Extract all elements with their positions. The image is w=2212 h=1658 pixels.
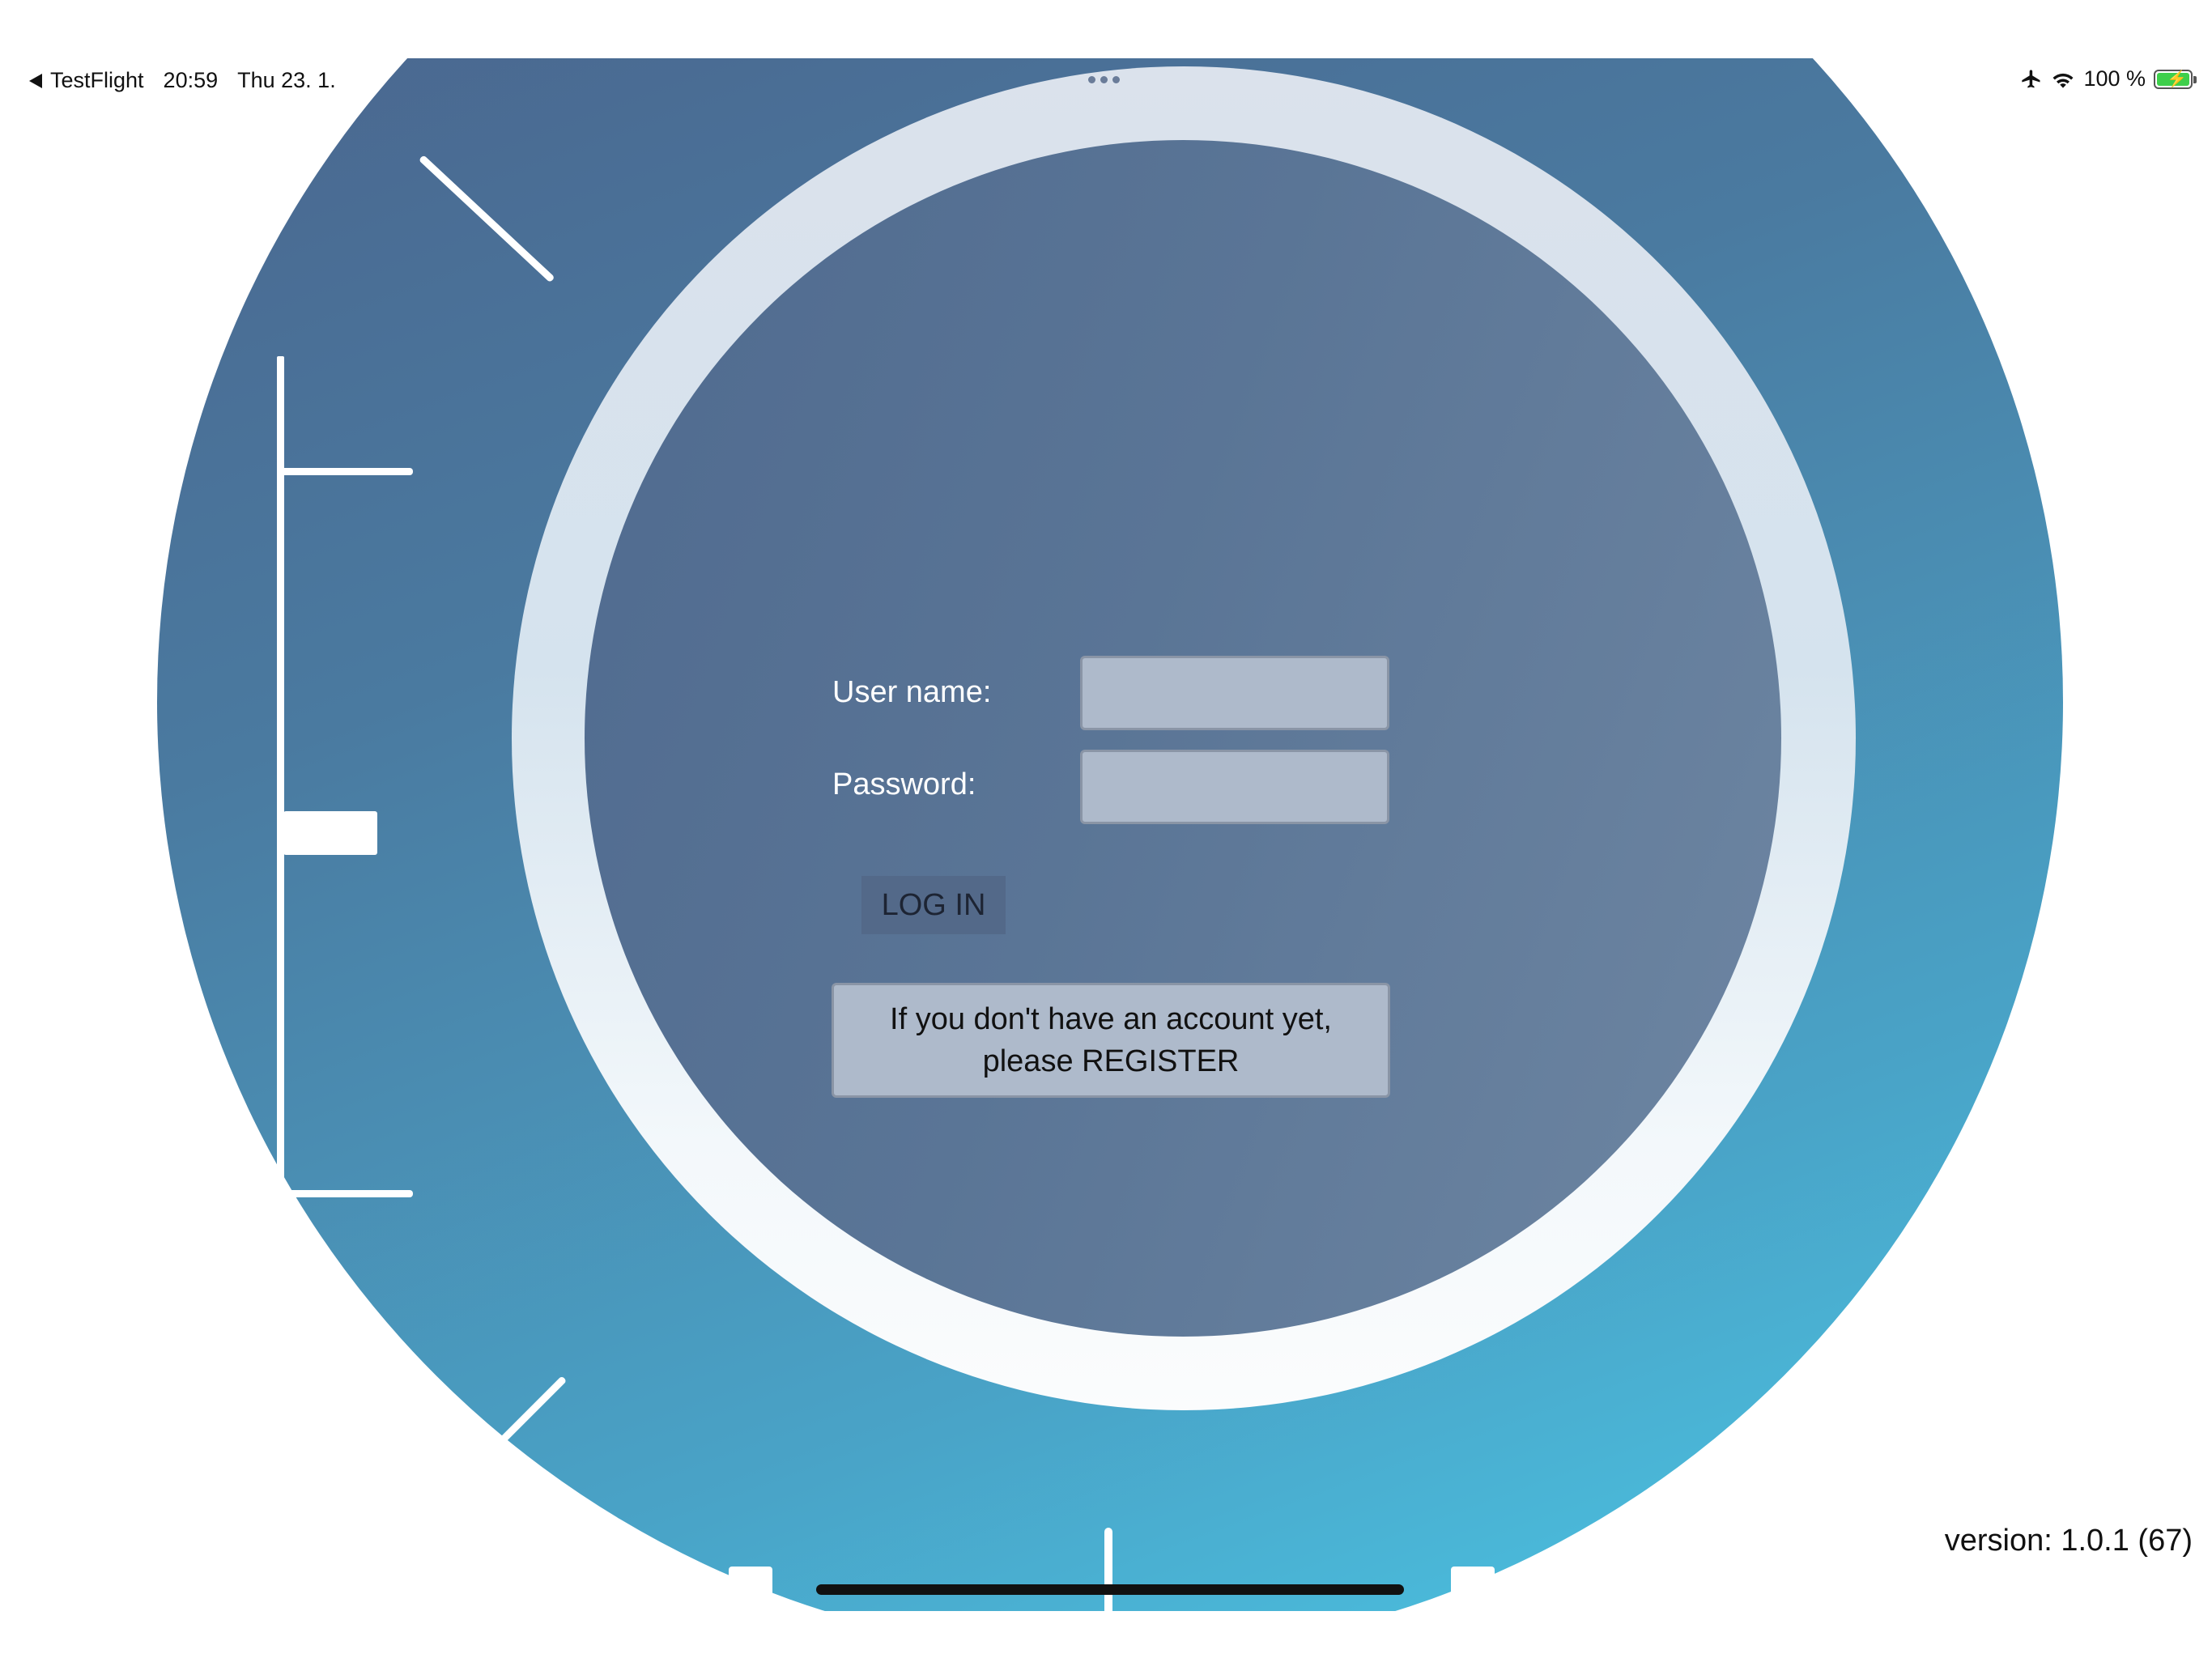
dial-face	[585, 140, 1781, 1337]
back-to-app[interactable]: TestFlight 20:59 Thu 23. 1.	[29, 68, 336, 93]
dial-tick-upper	[280, 468, 413, 475]
dial-tick-lower	[280, 1190, 413, 1197]
login-button[interactable]: LOG IN	[861, 876, 1006, 934]
password-input[interactable]	[1080, 750, 1389, 824]
status-indicators: 100 % ⚡	[2020, 66, 2197, 91]
dial-tick-bottom-center	[1104, 1528, 1112, 1617]
status-date: Thu 23. 1.	[237, 68, 336, 92]
register-line-1: If you don't have an account yet,	[890, 1002, 1332, 1036]
home-indicator[interactable]	[816, 1584, 1404, 1595]
battery-percent: 100 %	[2083, 66, 2146, 91]
screen: TestFlight 20:59 Thu 23. 1. 100 % ⚡ User…	[0, 0, 2212, 1658]
battery-charging-icon: ⚡	[2154, 69, 2197, 89]
password-label: Password:	[832, 767, 976, 801]
top-margin	[0, 0, 2212, 58]
version-label: version: 1.0.1 (67)	[1944, 1524, 2193, 1558]
bottom-margin	[0, 1611, 2212, 1658]
airplane-icon	[2022, 69, 2040, 87]
login-button-label: LOG IN	[881, 887, 986, 922]
back-arrow-icon	[29, 73, 42, 88]
dial-tick-marker	[283, 811, 377, 855]
status-time: 20:59	[163, 68, 219, 92]
multitask-menu-icon[interactable]	[1088, 76, 1120, 83]
username-input[interactable]	[1080, 656, 1389, 730]
register-button[interactable]: If you don't have an account yet, please…	[832, 983, 1390, 1098]
username-label: User name:	[832, 675, 992, 709]
back-app-name: TestFlight	[50, 68, 144, 92]
status-bar: TestFlight 20:59 Thu 23. 1. 100 % ⚡	[0, 62, 2212, 102]
register-line-2: please REGISTER	[982, 1044, 1240, 1078]
wifi-icon	[2052, 73, 2074, 88]
